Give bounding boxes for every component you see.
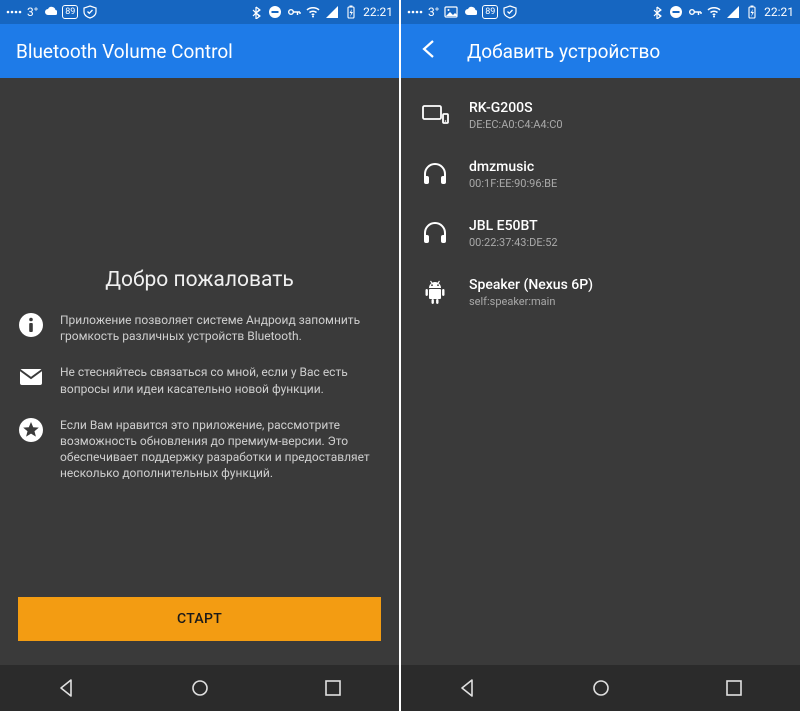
- device-name: RK-G200S: [469, 100, 563, 116]
- shield-icon: [503, 5, 517, 19]
- bluetooth-icon: [651, 5, 664, 19]
- device-name: JBL E50BT: [469, 218, 558, 234]
- device-item[interactable]: JBL E50BT 00:22:37:43:DE:52: [401, 204, 800, 263]
- more-dots-icon: [6, 6, 22, 18]
- status-time: 22:21: [764, 5, 794, 19]
- device-address: 00:1F:EE:90:96:BE: [469, 177, 557, 190]
- device-item[interactable]: Speaker (Nexus 6P) self:speaker:main: [401, 263, 800, 322]
- vpn-key-icon: [287, 5, 301, 19]
- headphones-icon: [421, 220, 449, 248]
- more-dots-icon: [407, 6, 423, 18]
- device-address: DE:EC:A0:C4:A4:C0: [469, 118, 563, 131]
- cloud-icon: [43, 6, 57, 18]
- nav-home-button[interactable]: [170, 673, 230, 703]
- phone-screen-welcome: 3° 89 22:21 Bluetooth Volume Control Доб…: [0, 0, 399, 711]
- device-item[interactable]: RK-G200S DE:EC:A0:C4:A4:C0: [401, 86, 800, 145]
- status-bar: 3° 89 22:21: [401, 0, 800, 24]
- battery-charging-icon: [745, 5, 759, 19]
- info-text-contact: Не стесняйтесь связаться со мной, если у…: [60, 364, 381, 396]
- navigation-bar: [401, 665, 800, 711]
- status-time: 22:21: [363, 5, 393, 19]
- device-address: self:speaker:main: [469, 295, 593, 308]
- nav-home-button[interactable]: [571, 673, 631, 703]
- signal-icon: [726, 5, 740, 19]
- bluetooth-icon: [250, 5, 263, 19]
- back-button[interactable]: [417, 36, 443, 66]
- cloud-icon: [463, 6, 477, 18]
- battery-charging-icon: [344, 5, 358, 19]
- app-title: Bluetooth Volume Control: [16, 40, 233, 63]
- info-row-contact: Не стесняйтесь связаться со мной, если у…: [18, 364, 381, 396]
- app-bar: Bluetooth Volume Control: [0, 24, 399, 78]
- signal-icon: [325, 5, 339, 19]
- welcome-heading: Добро пожаловать: [18, 268, 381, 292]
- start-button-label: СТАРТ: [177, 611, 222, 627]
- headphones-icon: [421, 161, 449, 189]
- star-icon: [18, 417, 44, 443]
- status-badge: 89: [62, 5, 78, 19]
- status-badge: 89: [482, 5, 498, 19]
- device-name: dmzmusic: [469, 159, 557, 175]
- display-icon: [421, 102, 449, 130]
- dnd-icon: [669, 5, 683, 19]
- wifi-icon: [306, 5, 320, 19]
- phone-screen-add-device: 3° 89 22:21 Добавить устройство RK-G200S…: [401, 0, 800, 711]
- status-temperature: 3°: [428, 5, 439, 19]
- device-name: Speaker (Nexus 6P): [469, 277, 593, 293]
- info-row-about: Приложение позволяет системе Андроид зап…: [18, 312, 381, 344]
- navigation-bar: [0, 665, 399, 711]
- app-title: Добавить устройство: [467, 40, 660, 63]
- mail-icon: [18, 364, 44, 390]
- device-list: RK-G200S DE:EC:A0:C4:A4:C0 dmzmusic 00:1F:E…: [401, 78, 800, 330]
- wifi-icon: [707, 5, 721, 19]
- nav-recent-button[interactable]: [303, 673, 363, 703]
- device-address: 00:22:37:43:DE:52: [469, 236, 558, 249]
- android-icon: [421, 279, 449, 307]
- nav-back-button[interactable]: [37, 673, 97, 703]
- dnd-icon: [268, 5, 282, 19]
- nav-recent-button[interactable]: [704, 673, 764, 703]
- info-row-premium: Если Вам нравится это приложение, рассмо…: [18, 417, 381, 482]
- app-bar: Добавить устройство: [401, 24, 800, 78]
- arrow-back-icon: [417, 36, 443, 62]
- nav-back-button[interactable]: [438, 673, 498, 703]
- vpn-key-icon: [688, 5, 702, 19]
- device-item[interactable]: dmzmusic 00:1F:EE:90:96:BE: [401, 145, 800, 204]
- shield-icon: [83, 5, 97, 19]
- image-icon: [444, 5, 458, 19]
- status-bar: 3° 89 22:21: [0, 0, 399, 24]
- info-text-about: Приложение позволяет системе Андроид зап…: [60, 312, 381, 344]
- info-text-premium: Если Вам нравится это приложение, рассмо…: [60, 417, 381, 482]
- status-temperature: 3°: [27, 5, 38, 19]
- start-button[interactable]: СТАРТ: [18, 597, 381, 641]
- info-icon: [18, 312, 44, 338]
